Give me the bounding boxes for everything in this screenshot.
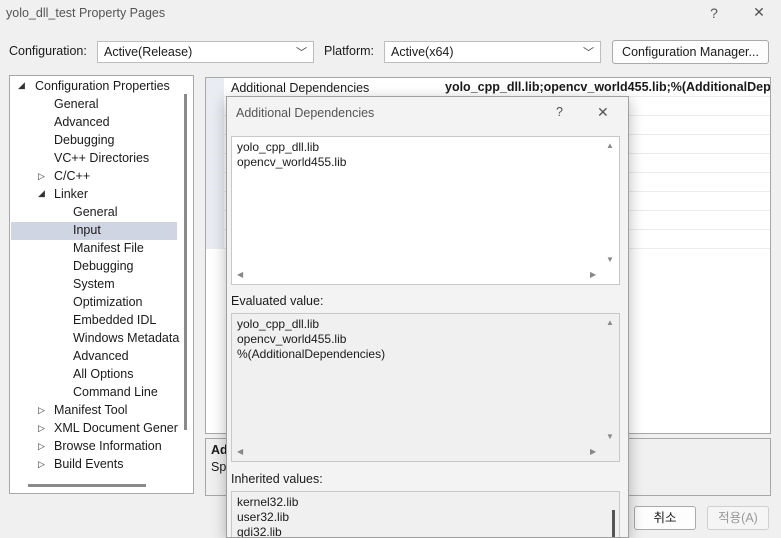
evaluated-line: opencv_world455.lib <box>237 332 347 346</box>
evaluated-horizontal-scrollbar[interactable]: ◀ ▶ <box>232 444 604 461</box>
inherited-line: kernel32.lib <box>237 495 299 509</box>
tree-item-linker-general[interactable]: General <box>73 203 117 221</box>
tree-item-linker-debugging[interactable]: Debugging <box>73 257 133 275</box>
platform-dropdown[interactable]: Active(x64) ﹀ <box>384 41 601 63</box>
evaluated-label: Evaluated value: <box>231 294 324 308</box>
close-icon[interactable]: ✕ <box>749 4 769 21</box>
edit-horizontal-scrollbar[interactable]: ◀ ▶ <box>232 267 604 284</box>
tree-horizontal-scrollbar[interactable] <box>28 484 146 487</box>
tree-item-linker-advanced[interactable]: Advanced <box>73 347 129 365</box>
edit-line: opencv_world455.lib <box>237 155 347 169</box>
tree-item-manifest-file[interactable]: Manifest File <box>73 239 144 257</box>
tree-item-optimization[interactable]: Optimization <box>73 293 142 311</box>
tree-item-embedded-idl[interactable]: Embedded IDL <box>73 311 156 329</box>
evaluated-lines: yolo_cpp_dll.lib opencv_world455.lib %(A… <box>237 317 385 362</box>
collapsed-arrow-icon[interactable]: ▷ <box>38 405 45 416</box>
expanded-arrow-icon[interactable]: ◢ <box>18 80 25 91</box>
edit-lines: yolo_cpp_dll.lib opencv_world455.lib <box>237 140 346 170</box>
tree-item-linker-input[interactable]: Input <box>73 221 101 239</box>
configuration-manager-button[interactable]: Configuration Manager... <box>612 40 769 64</box>
platform-value: Active(x64) <box>391 45 454 59</box>
help-icon[interactable]: ? <box>704 5 724 21</box>
collapsed-arrow-icon[interactable]: ▷ <box>38 171 45 182</box>
tree-item-browse-information[interactable]: Browse Information <box>54 437 162 455</box>
dialog-header: Additional Dependencies ? ✕ <box>227 97 628 129</box>
expanded-arrow-icon[interactable]: ◢ <box>38 188 45 199</box>
collapsed-arrow-icon[interactable]: ▷ <box>38 459 45 470</box>
help-icon[interactable]: ? <box>556 105 563 119</box>
tree-item-advanced[interactable]: Advanced <box>54 113 110 131</box>
tree-item-xml-document-generator[interactable]: XML Document Generator <box>54 419 178 437</box>
scroll-down-icon[interactable]: ▼ <box>606 255 614 264</box>
tree-item-general[interactable]: General <box>54 95 98 113</box>
evaluated-box: yolo_cpp_dll.lib opencv_world455.lib %(A… <box>231 313 620 462</box>
scroll-left-icon[interactable]: ◀ <box>237 270 243 279</box>
property-name: Additional Dependencies <box>231 81 370 95</box>
property-tree[interactable]: ◢ Configuration Properties General Advan… <box>9 75 194 494</box>
tree-item-manifest-tool[interactable]: Manifest Tool <box>54 401 127 419</box>
scroll-right-icon[interactable]: ▶ <box>590 447 596 456</box>
collapsed-arrow-icon[interactable]: ▷ <box>38 441 45 452</box>
property-value[interactable]: yolo_cpp_dll.lib;opencv_world455.lib;%(A… <box>445 80 770 94</box>
tree-item-debugging[interactable]: Debugging <box>54 131 114 149</box>
evaluated-line: %(AdditionalDependencies) <box>237 347 386 361</box>
dialog-title: Additional Dependencies <box>236 106 375 120</box>
inherited-label: Inherited values: <box>231 472 323 486</box>
scroll-right-icon[interactable]: ▶ <box>590 270 596 279</box>
tree-item-c-cpp[interactable]: C/C++ <box>54 167 90 185</box>
chevron-down-icon: ﹀ <box>296 47 307 59</box>
inherited-box: kernel32.lib user32.lib gdi32.lib <box>231 491 620 538</box>
configuration-dropdown[interactable]: Active(Release) ﹀ <box>97 41 314 63</box>
tree-item-all-options[interactable]: All Options <box>73 365 133 383</box>
window-title: yolo_dll_test Property Pages <box>6 6 166 20</box>
tree-vertical-scrollbar[interactable] <box>184 94 187 430</box>
tree-item-build-events[interactable]: Build Events <box>54 455 123 473</box>
edit-vertical-scrollbar[interactable]: ▲ ▼ <box>602 137 619 269</box>
grid-row[interactable]: Additional Dependencies yolo_cpp_dll.lib… <box>206 78 770 97</box>
inherited-line: user32.lib <box>237 510 290 524</box>
apply-button[interactable]: 적용(A) <box>707 506 769 530</box>
dependencies-edit-box[interactable]: yolo_cpp_dll.lib opencv_world455.lib ▲ ▼… <box>231 136 620 285</box>
tree-item-linker[interactable]: Linker <box>54 185 88 203</box>
scroll-down-icon[interactable]: ▼ <box>606 432 614 441</box>
edit-line: yolo_cpp_dll.lib <box>237 140 320 154</box>
tree-item-windows-metadata[interactable]: Windows Metadata <box>73 329 179 347</box>
close-icon[interactable]: ✕ <box>597 104 609 121</box>
tree-item-configuration-properties[interactable]: Configuration Properties <box>35 77 170 95</box>
tree-item-vc-directories[interactable]: VC++ Directories <box>54 149 149 167</box>
tree-item-command-line[interactable]: Command Line <box>73 383 158 401</box>
evaluated-vertical-scrollbar[interactable]: ▲ ▼ <box>602 314 619 446</box>
inherited-lines: kernel32.lib user32.lib gdi32.lib <box>237 495 299 538</box>
platform-label: Platform: <box>324 44 375 58</box>
inherited-line: gdi32.lib <box>237 525 282 538</box>
chevron-down-icon: ﹀ <box>583 47 594 59</box>
scroll-left-icon[interactable]: ◀ <box>237 447 243 456</box>
additional-dependencies-dialog: Additional Dependencies ? ✕ yolo_cpp_dll… <box>226 96 629 538</box>
scroll-up-icon[interactable]: ▲ <box>606 318 614 327</box>
inherited-vertical-scrollbar[interactable] <box>612 510 615 537</box>
description-text: Sp <box>211 460 227 474</box>
configuration-value: Active(Release) <box>104 45 193 59</box>
scroll-up-icon[interactable]: ▲ <box>606 141 614 150</box>
collapsed-arrow-icon[interactable]: ▷ <box>38 423 45 434</box>
evaluated-line: yolo_cpp_dll.lib <box>237 317 320 331</box>
cancel-button[interactable]: 취소 <box>634 506 696 530</box>
configuration-label: Configuration: <box>9 44 87 58</box>
tree-item-system[interactable]: System <box>73 275 115 293</box>
